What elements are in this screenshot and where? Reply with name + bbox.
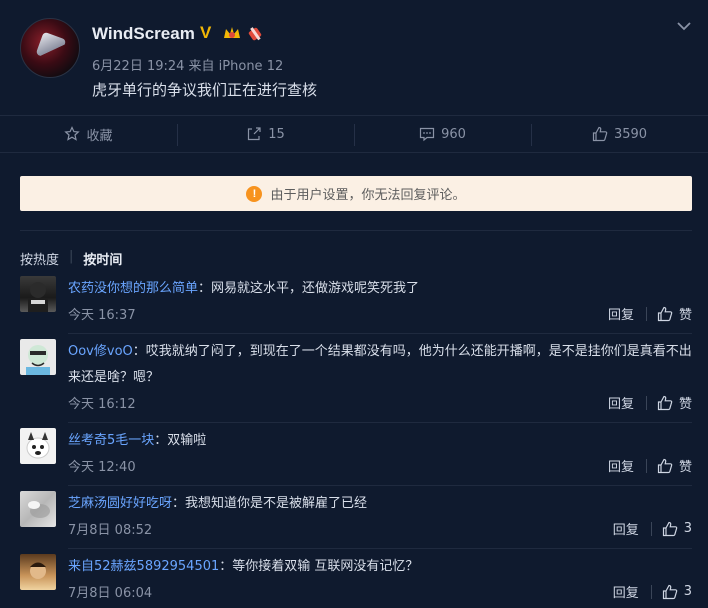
- thumbs-up-icon[interactable]: [657, 458, 673, 474]
- reply-button[interactable]: 回复: [613, 519, 639, 538]
- post-header: WindScream V 6月22日 19:24 来自 iPhone 12 虎牙…: [0, 0, 708, 115]
- reply-disabled-notice: ! 由于用户设置，你无法回复评论。: [20, 176, 692, 211]
- comment-icon: [419, 127, 435, 142]
- comment-divider: [68, 422, 692, 423]
- comment-username[interactable]: 丝考奇5毛一块: [68, 433, 154, 448]
- thumbs-up-icon[interactable]: [662, 521, 678, 537]
- like-count[interactable]: 3: [684, 521, 692, 536]
- gift-badge-icon: [248, 27, 262, 41]
- avatar[interactable]: [20, 276, 56, 312]
- comment-divider: [68, 548, 692, 549]
- reply-button[interactable]: 回复: [608, 304, 634, 323]
- comment-body: 丝考奇5毛一块：双输啦: [68, 428, 692, 454]
- comment-count: 960: [441, 126, 466, 142]
- avatar[interactable]: [20, 428, 56, 464]
- favorite-label: 收藏: [86, 128, 113, 144]
- comment-text: ：双输啦: [154, 433, 207, 448]
- action-separator: [645, 306, 647, 321]
- thumbs-up-icon: [592, 126, 608, 142]
- comment-username[interactable]: 农药没你想的那么简单: [68, 281, 198, 296]
- comment-actions: 回复 赞: [608, 304, 692, 323]
- comment-time: 今天 16:37: [68, 308, 136, 323]
- notice-text: 由于用户设置，你无法回复评论。: [270, 188, 466, 203]
- sort-by-time[interactable]: 按时间: [83, 249, 122, 268]
- comment-actions: 回复 3: [613, 582, 692, 601]
- action-separator: [645, 458, 647, 473]
- like-label[interactable]: 赞: [679, 456, 692, 475]
- avatar[interactable]: [20, 554, 56, 590]
- avatar-image: [26, 345, 50, 375]
- like-button[interactable]: 3590: [531, 116, 708, 152]
- comment-time: 7月8日 08:52: [68, 523, 153, 538]
- share-icon: [248, 127, 261, 141]
- thumbs-up-icon[interactable]: [657, 306, 673, 322]
- comment-text: ：我想知道你是不是被解雇了已经: [172, 496, 368, 511]
- action-separator: [650, 521, 652, 536]
- action-separator: [645, 395, 647, 410]
- comment-body: 芝麻汤圆好好吃呀：我想知道你是不是被解雇了已经: [68, 491, 692, 517]
- comment-time: 今天 12:40: [68, 460, 136, 475]
- comment-time: 今天 16:12: [68, 397, 136, 412]
- comment-button[interactable]: 960: [354, 116, 531, 152]
- avatar[interactable]: [20, 339, 56, 375]
- sort-tabs: 按热度 | 按时间: [20, 249, 122, 268]
- avatar-image: [28, 501, 50, 518]
- repost-count: 15: [268, 126, 285, 142]
- star-icon: [64, 126, 81, 141]
- comment-divider: [68, 333, 692, 334]
- comment-actions: 回复 赞: [608, 393, 692, 412]
- avatar-image: [26, 432, 50, 459]
- comment-username[interactable]: 芝麻汤圆好好吃呀: [68, 496, 172, 511]
- comment-actions: 回复 赞: [608, 456, 692, 475]
- action-separator: [650, 584, 652, 599]
- comment-text: ：哎我就纳了闷了，到现在了一个结果都没有吗，他为什么还能开播啊，是不是挂你们是真…: [68, 344, 692, 385]
- thumbs-up-icon[interactable]: [662, 584, 678, 600]
- crown-badge-icon: [224, 27, 240, 38]
- verified-v-icon: V: [200, 23, 212, 42]
- comment-body: 农药没你想的那么简单：网易就这水平，还做游戏呢笑死我了: [68, 276, 692, 302]
- like-count: 3590: [613, 126, 648, 142]
- comment-body: Oov修voO：哎我就纳了闷了，到现在了一个结果都没有吗，他为什么还能开播啊，是…: [68, 339, 692, 391]
- favorite-button[interactable]: 收藏: [0, 116, 177, 152]
- repost-button[interactable]: 15: [177, 116, 354, 152]
- avatar[interactable]: [20, 491, 56, 527]
- divider: [20, 230, 692, 231]
- like-label[interactable]: 赞: [679, 393, 692, 412]
- action-bar: 收藏 15 960 3590: [0, 115, 708, 153]
- like-label[interactable]: 赞: [679, 304, 692, 323]
- comment-actions: 回复 3: [613, 519, 692, 538]
- sort-separator: |: [69, 249, 74, 264]
- comment-body: 来自52赫兹5892954501：等你接着双输 互联网没有记忆？: [68, 554, 692, 580]
- comment-divider: [68, 485, 692, 486]
- badges: V: [200, 24, 266, 42]
- post-username[interactable]: WindScream: [92, 24, 195, 44]
- comment-username[interactable]: Oov修voO: [68, 344, 133, 359]
- reply-button[interactable]: 回复: [608, 393, 634, 412]
- sort-by-heat[interactable]: 按热度: [20, 249, 59, 268]
- comment-time: 7月8日 06:04: [68, 586, 153, 601]
- post-text: 虎牙单行的争议我们正在进行查核: [92, 81, 318, 99]
- avatar-image: [28, 282, 48, 312]
- reply-button[interactable]: 回复: [608, 456, 634, 475]
- like-count[interactable]: 3: [684, 584, 692, 599]
- avatar[interactable]: [20, 18, 80, 78]
- post-meta: 6月22日 19:24 来自 iPhone 12: [92, 59, 284, 74]
- thumbs-up-icon[interactable]: [657, 395, 673, 411]
- comment-text: ：等你接着双输 互联网没有记忆？: [219, 559, 419, 574]
- chevron-down-icon[interactable]: [674, 16, 694, 36]
- comment-username[interactable]: 来自52赫兹5892954501: [68, 559, 219, 574]
- avatar-image: [30, 562, 46, 579]
- warning-icon: !: [246, 185, 263, 202]
- comment-text: ：网易就这水平，还做游戏呢笑死我了: [198, 281, 420, 296]
- reply-button[interactable]: 回复: [613, 582, 639, 601]
